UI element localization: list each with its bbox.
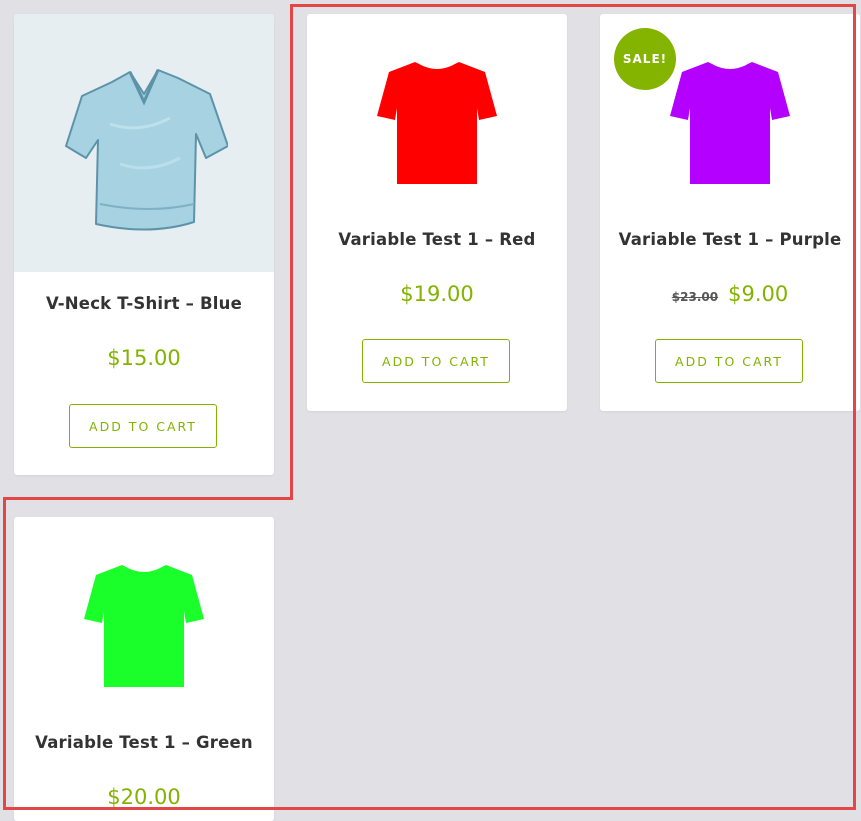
product-title[interactable]: V-Neck T-Shirt – Blue [14, 294, 274, 313]
tshirt-green-icon [84, 565, 204, 687]
product-image[interactable]: SALE! [600, 14, 860, 234]
product-card-red: Variable Test 1 – Red $19.00 ADD TO CART [307, 14, 567, 411]
product-price: $15.00 [107, 346, 181, 370]
product-price: $20.00 [107, 785, 181, 809]
original-price: $23.00 [671, 290, 719, 304]
product-card-purple: SALE! Variable Test 1 – Purple $23.00 $9.… [600, 14, 860, 411]
tshirt-red-icon [377, 62, 497, 184]
product-title[interactable]: Variable Test 1 – Purple [600, 230, 860, 249]
vneck-tshirt-blue-photo-icon [65, 69, 228, 231]
tshirt-purple-icon [670, 62, 790, 184]
add-to-cart-button[interactable]: ADD TO CART [655, 339, 803, 383]
add-to-cart-button[interactable]: ADD TO CART [69, 404, 217, 448]
product-card-vneck-blue: V-Neck T-Shirt – Blue $15.00 ADD TO CART [14, 14, 274, 475]
sale-badge: SALE! [614, 28, 676, 90]
product-title[interactable]: Variable Test 1 – Green [14, 733, 274, 752]
product-price-group: $23.00 $9.00 [600, 282, 860, 306]
product-price: $19.00 [400, 282, 474, 306]
product-title[interactable]: Variable Test 1 – Red [307, 230, 567, 249]
product-image[interactable] [307, 14, 567, 234]
sale-price: $9.00 [728, 282, 789, 306]
product-image[interactable] [14, 517, 274, 737]
add-to-cart-button[interactable]: ADD TO CART [362, 339, 510, 383]
product-image[interactable] [14, 14, 274, 272]
product-card-green: Variable Test 1 – Green $20.00 [14, 517, 274, 821]
